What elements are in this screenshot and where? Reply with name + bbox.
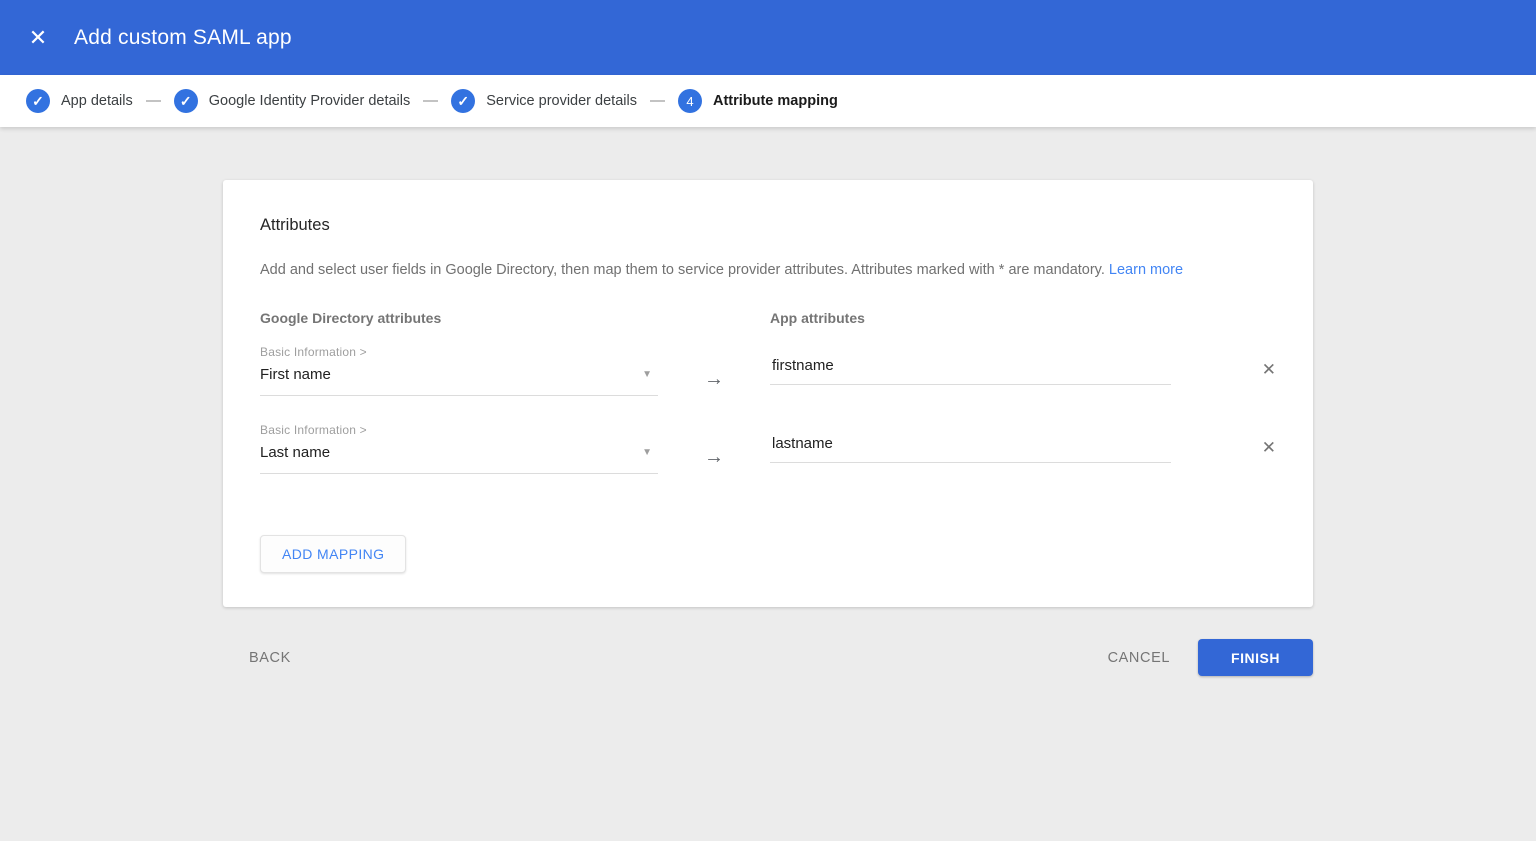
remove-mapping-icon[interactable]: ✕ <box>1262 361 1276 378</box>
select-category-label: Basic Information > <box>260 423 658 437</box>
wizard-stepper: ✓ App details ✓ Google Identity Provider… <box>0 75 1536 127</box>
card-title: Attributes <box>260 216 1276 235</box>
attributes-card: Attributes Add and select user fields in… <box>223 180 1313 607</box>
step-4-label: Attribute mapping <box>713 93 838 109</box>
close-icon[interactable]: ✕ <box>24 24 52 52</box>
select-value: First name <box>260 366 331 383</box>
step-connector <box>423 100 438 102</box>
back-button[interactable]: BACK <box>249 650 291 666</box>
select-category-label: Basic Information > <box>260 345 658 359</box>
dialog-header: ✕ Add custom SAML app <box>0 0 1536 75</box>
step-service-provider-details[interactable]: ✓ Service provider details <box>451 89 637 113</box>
app-attribute-input-firstname[interactable] <box>770 357 1171 385</box>
app-attribute-input-cell <box>770 423 1171 463</box>
learn-more-link[interactable]: Learn more <box>1109 262 1183 278</box>
mapping-arrow-cell: → <box>658 345 770 389</box>
remove-mapping-icon[interactable]: ✕ <box>1262 439 1276 456</box>
footer-actions: BACK CANCEL FINISH <box>223 639 1313 676</box>
finish-button[interactable]: FINISH <box>1198 639 1313 676</box>
mapping-row: Basic Information > First name ▼ → ✕ <box>260 345 1276 396</box>
app-attribute-input-cell <box>770 345 1171 385</box>
step-app-details[interactable]: ✓ App details <box>26 89 133 113</box>
arrow-right-icon: → <box>704 447 724 467</box>
mapping-arrow-cell: → <box>658 423 770 467</box>
add-mapping-button[interactable]: ADD MAPPING <box>260 535 406 573</box>
dropdown-arrow-icon: ▼ <box>642 447 652 458</box>
card-description: Add and select user fields in Google Dir… <box>260 260 1276 280</box>
step-attribute-mapping[interactable]: 4 Attribute mapping <box>678 89 838 113</box>
step-3-check-icon: ✓ <box>451 89 475 113</box>
card-description-text: Add and select user fields in Google Dir… <box>260 262 1105 278</box>
remove-cell: ✕ <box>1171 423 1276 456</box>
directory-attribute-select-first-name[interactable]: Basic Information > First name ▼ <box>260 345 658 396</box>
step-3-label: Service provider details <box>486 93 637 109</box>
cancel-button[interactable]: CANCEL <box>1108 650 1170 666</box>
step-google-idp-details[interactable]: ✓ Google Identity Provider details <box>174 89 411 113</box>
app-attributes-header: App attributes <box>770 310 1276 326</box>
google-directory-attributes-header: Google Directory attributes <box>260 310 770 326</box>
step-2-check-icon: ✓ <box>174 89 198 113</box>
step-1-check-icon: ✓ <box>26 89 50 113</box>
step-1-label: App details <box>61 93 133 109</box>
column-headers: Google Directory attributes App attribut… <box>260 310 1276 326</box>
dropdown-arrow-icon: ▼ <box>642 369 652 380</box>
step-4-number-badge: 4 <box>678 89 702 113</box>
remove-cell: ✕ <box>1171 345 1276 378</box>
step-4-number: 4 <box>686 94 693 109</box>
select-value: Last name <box>260 444 330 461</box>
arrow-right-icon: → <box>704 369 724 389</box>
step-connector <box>650 100 665 102</box>
step-connector <box>146 100 161 102</box>
app-attribute-input-lastname[interactable] <box>770 435 1171 463</box>
step-2-label: Google Identity Provider details <box>209 93 411 109</box>
mapping-row: Basic Information > Last name ▼ → ✕ <box>260 423 1276 474</box>
dialog-title: Add custom SAML app <box>74 26 292 50</box>
directory-attribute-select-last-name[interactable]: Basic Information > Last name ▼ <box>260 423 658 474</box>
